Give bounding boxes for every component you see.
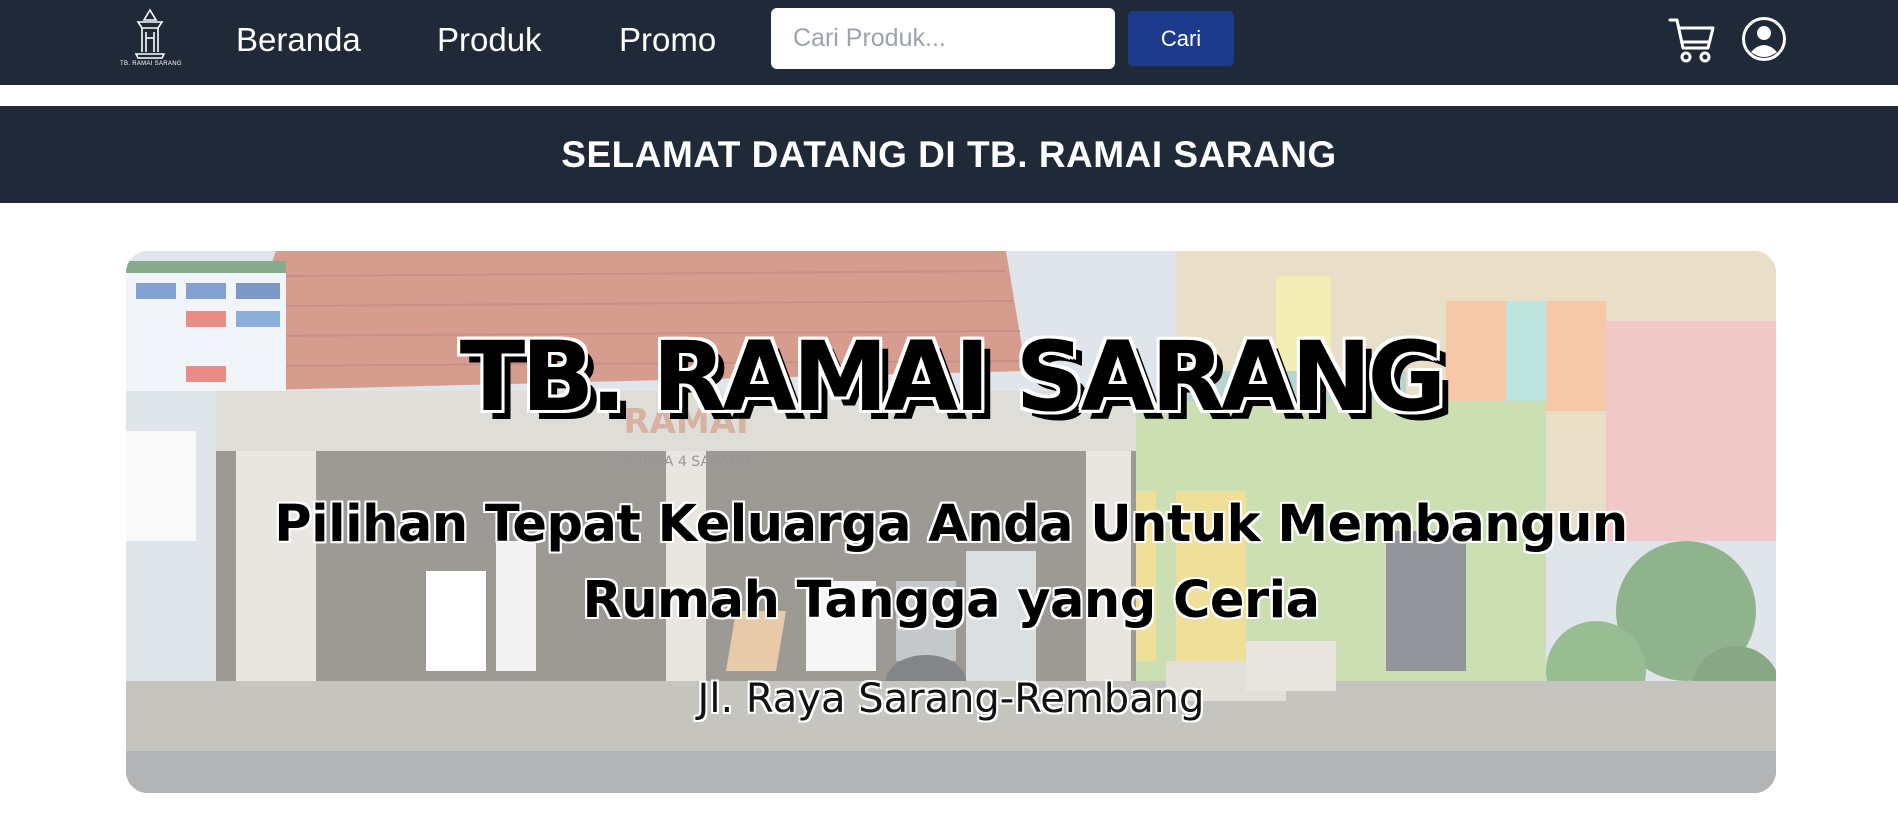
welcome-banner: SELAMAT DATANG DI TB. RAMAI SARANG — [0, 106, 1898, 203]
nav-link-produk[interactable]: Produk — [437, 20, 542, 60]
hero-banner: RAMAI Jl. RAYA 4 SARANG TB. RAMAI SARANG… — [126, 251, 1776, 793]
hero-tagline-line-2: Rumah Tangga yang Ceria — [582, 571, 1320, 630]
search-button[interactable]: Cari — [1128, 11, 1234, 66]
logo-caption: TB. RAMAI SARANG — [120, 61, 182, 67]
hero-address: Jl. Raya Sarang-Rembang — [697, 676, 1205, 722]
hero-title: TB. RAMAI SARANG — [459, 321, 1447, 433]
top-navbar: TB. RAMAI SARANG Beranda Produk Promo Ca… — [0, 0, 1898, 85]
store-logo-icon — [134, 8, 166, 59]
nav-link-beranda[interactable]: Beranda — [236, 20, 361, 60]
nav-link-promo[interactable]: Promo — [619, 20, 716, 60]
user-account-icon[interactable] — [1741, 16, 1787, 67]
cart-icon[interactable] — [1668, 16, 1716, 69]
search-input[interactable] — [771, 8, 1115, 69]
store-logo[interactable]: TB. RAMAI SARANG — [120, 8, 182, 72]
hero-tagline-line-1: Pilihan Tepat Keluarga Anda Untuk Memban… — [274, 495, 1628, 554]
hero-tagline: Pilihan Tepat Keluarga Anda Untuk Memban… — [196, 487, 1706, 639]
